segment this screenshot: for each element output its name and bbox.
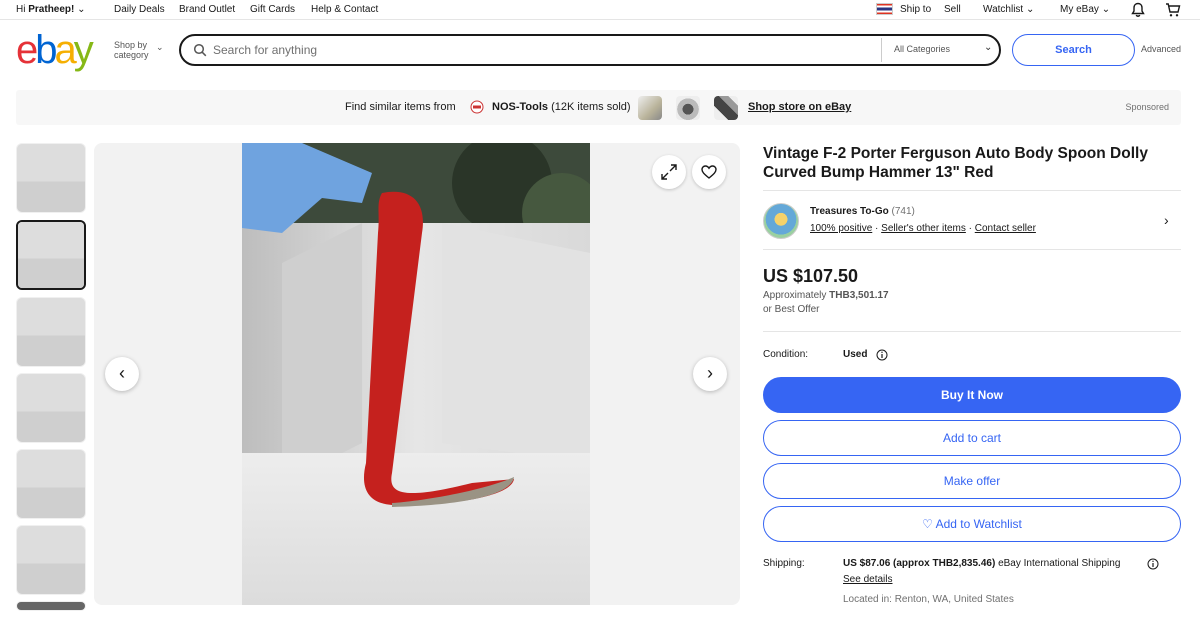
add-to-watchlist-button[interactable]: ♡ Add to Watchlist <box>763 506 1181 542</box>
shop-store-link[interactable]: Shop store on eBay <box>748 101 851 113</box>
seller-name: Treasures To-Go <box>810 206 889 217</box>
previous-image-button[interactable]: ‹ <box>105 357 139 391</box>
info-icon[interactable] <box>876 349 888 361</box>
sponsored-store-bar: Find similar items from NOS-Tools (12K i… <box>16 90 1181 125</box>
seller-name-link[interactable]: Treasures To-Go (741) <box>810 206 915 217</box>
divider <box>763 331 1181 332</box>
shipping-label: Shipping: <box>763 558 805 569</box>
shop-by-line2: category <box>114 50 149 60</box>
sponsored-item-thumbnail[interactable] <box>638 96 662 120</box>
image-thumbnail-selected[interactable] <box>16 220 86 290</box>
item-location: Located in: Renton, WA, United States <box>843 594 1014 605</box>
store-sold-count: (12K items sold) <box>551 101 631 113</box>
search-icon <box>193 43 207 57</box>
cart-icon[interactable] <box>1165 2 1181 18</box>
approx-price: Approximately THB3,501.17 <box>763 290 889 301</box>
chevron-down-icon: ⌄ <box>1101 4 1111 15</box>
help-contact-link[interactable]: Help & Contact <box>311 4 378 15</box>
logo-letter-b: b <box>35 28 57 72</box>
condition-value: Used <box>843 349 868 360</box>
shipping-value: US $87.06 (approx THB2,835.46) eBay Inte… <box>843 558 1120 569</box>
buy-it-now-button[interactable]: Buy It Now <box>763 377 1181 413</box>
seller-links: 100% positive · Seller's other items · C… <box>810 223 1036 234</box>
shop-by-line1: Shop by <box>114 40 148 50</box>
store-logo-icon[interactable] <box>470 100 484 114</box>
expand-icon <box>661 164 677 180</box>
chevron-down-icon: ⌄ <box>984 42 993 53</box>
logo-letter-e: e <box>16 28 38 72</box>
gift-cards-link[interactable]: Gift Cards <box>250 4 295 15</box>
seller-feedback-count: (741) <box>891 206 915 217</box>
logo-letter-a: a <box>54 28 77 72</box>
chevron-down-icon: ⌄ <box>156 42 164 52</box>
image-thumbnail[interactable] <box>16 601 86 611</box>
sponsored-item-thumbnail[interactable] <box>676 96 700 120</box>
product-photo[interactable] <box>242 143 590 605</box>
advanced-search-link[interactable]: Advanced <box>1141 44 1181 54</box>
shipping-cost: US $87.06 (approx THB2,835.46) <box>843 558 996 569</box>
thailand-flag-icon[interactable] <box>876 3 893 15</box>
my-ebay-label: My eBay <box>1060 4 1099 15</box>
sell-link[interactable]: Sell <box>944 4 961 15</box>
watchlist-link[interactable]: Watchlist ⌄ <box>983 4 1034 15</box>
sponsored-item-thumbnail[interactable] <box>714 96 738 120</box>
main-image-viewer: ‹ › <box>94 143 740 605</box>
image-thumbnail[interactable] <box>16 449 86 519</box>
chevron-left-icon: ‹ <box>119 363 125 383</box>
my-ebay-link[interactable]: My eBay ⌄ <box>1060 4 1110 15</box>
search-button[interactable]: Search <box>1012 34 1135 66</box>
ship-to-link[interactable]: Ship to <box>900 4 931 15</box>
contact-seller-link[interactable]: Contact seller <box>975 223 1036 234</box>
category-select[interactable]: All Categories <box>894 44 950 54</box>
store-name: NOS-Tools <box>492 101 549 113</box>
ebay-logo[interactable]: ebay <box>16 28 94 72</box>
favorite-button[interactable] <box>692 155 726 189</box>
next-image-button[interactable]: › <box>693 357 727 391</box>
greeting[interactable]: Hi Pratheep! ⌄ <box>16 4 86 15</box>
best-offer-text: or Best Offer <box>763 304 820 315</box>
top-nav: Hi Pratheep! ⌄ Daily Deals Brand Outlet … <box>0 0 1200 20</box>
approx-value: THB3,501.17 <box>829 290 889 301</box>
brand-outlet-link[interactable]: Brand Outlet <box>179 4 235 15</box>
seller-avatar[interactable] <box>763 203 799 239</box>
info-icon[interactable] <box>1147 558 1159 570</box>
positive-feedback-link[interactable]: 100% positive <box>810 223 872 234</box>
daily-deals-link[interactable]: Daily Deals <box>114 4 165 15</box>
shop-by-category[interactable]: Shop by category <box>114 40 149 60</box>
search-input[interactable] <box>213 41 873 59</box>
chevron-right-icon: › <box>707 363 713 383</box>
user-name: Pratheep! <box>28 4 75 15</box>
image-thumbnail[interactable] <box>16 525 86 595</box>
find-similar-text: Find similar items from <box>345 101 456 113</box>
divider <box>763 249 1181 250</box>
search-bar: All Categories ⌄ <box>179 34 1001 66</box>
make-offer-button[interactable]: Make offer <box>763 463 1181 499</box>
divider <box>881 38 882 62</box>
shipping-method: eBay International Shipping <box>998 558 1121 569</box>
greeting-prefix: Hi <box>16 4 29 15</box>
chevron-down-icon: ⌄ <box>77 4 86 15</box>
see-details-link[interactable]: See details <box>843 574 892 585</box>
image-thumbnail[interactable] <box>16 143 86 213</box>
price: US $107.50 <box>763 266 859 286</box>
heart-icon <box>701 165 717 179</box>
seller-other-items-link[interactable]: Seller's other items <box>881 223 966 234</box>
logo-letter-y: y <box>73 28 94 72</box>
expand-button[interactable] <box>652 155 686 189</box>
listing-title: Vintage F-2 Porter Ferguson Auto Body Sp… <box>763 145 1148 181</box>
image-thumbnail[interactable] <box>16 297 86 367</box>
divider <box>763 190 1181 191</box>
condition-label: Condition: <box>763 349 809 360</box>
image-thumbnail[interactable] <box>16 373 86 443</box>
store-name-link[interactable]: NOS-Tools (12K items sold) <box>492 101 631 113</box>
chevron-down-icon: ⌄ <box>1025 4 1035 15</box>
chevron-right-icon[interactable]: › <box>1164 212 1169 228</box>
sponsored-label: Sponsored <box>1125 102 1169 112</box>
approx-prefix: Approximately <box>763 290 827 301</box>
add-to-cart-button[interactable]: Add to cart <box>763 420 1181 456</box>
bell-icon[interactable] <box>1130 2 1146 18</box>
watchlist-label: Watchlist <box>983 4 1024 15</box>
